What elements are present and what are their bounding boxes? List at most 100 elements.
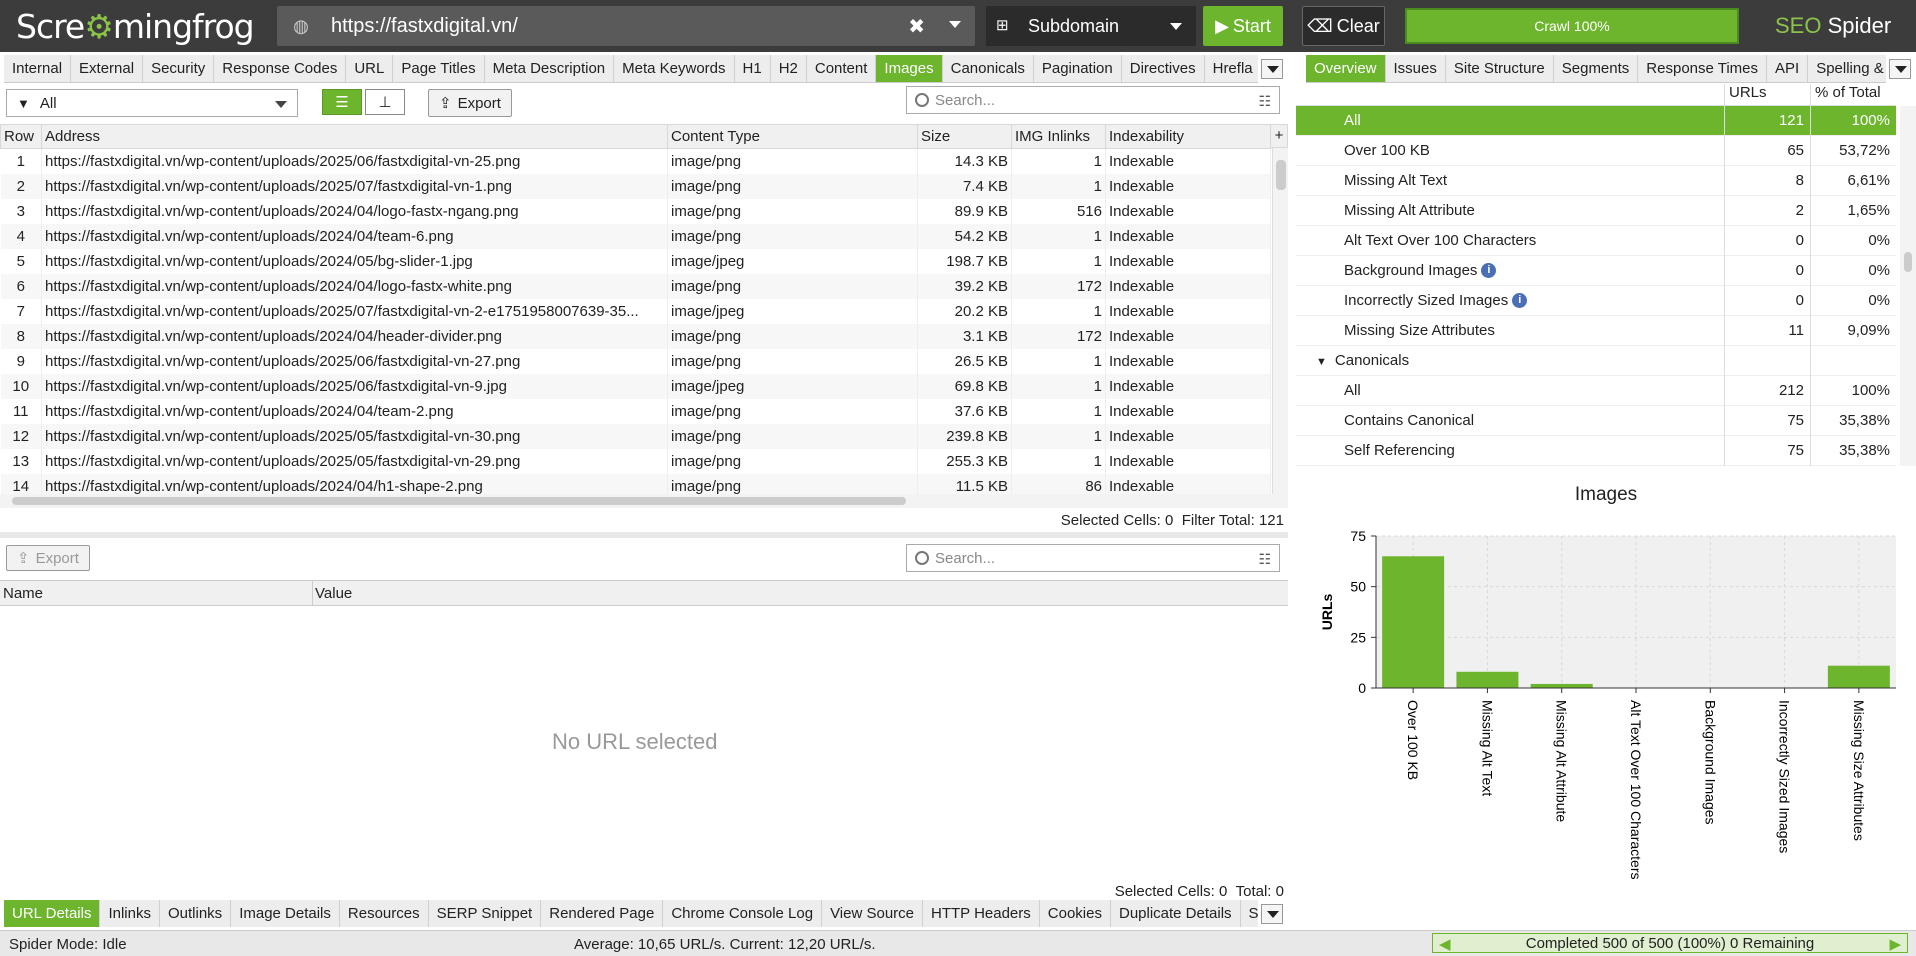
overview-row-all[interactable]: All 121 100% [1296, 105, 1896, 136]
overview-row-missing-size-attributes[interactable]: Missing Size Attributes 11 9,09% [1296, 315, 1896, 346]
url-dropdown-icon[interactable] [949, 21, 961, 28]
tab-url-details[interactable]: URL Details [4, 900, 101, 927]
panel-splitter[interactable] [0, 532, 1288, 538]
tab-outlinks[interactable]: Outlinks [160, 900, 232, 927]
table-row[interactable]: 1 https://fastxdigital.vn/wp-content/uplo… [0, 148, 1271, 174]
overview-row-all[interactable]: All 212 100% [1296, 375, 1896, 406]
tab-hrefla[interactable]: Hrefla [1204, 55, 1258, 82]
tab-api[interactable]: API [1767, 55, 1809, 82]
table-row[interactable]: 3 https://fastxdigital.vn/wp-content/uplo… [0, 198, 1271, 224]
overview-row-contains-canonical[interactable]: Contains Canonical 75 35,38% [1296, 405, 1896, 436]
col-header-indexability[interactable]: Indexability [1105, 124, 1271, 149]
table-row[interactable]: 11 https://fastxdigital.vn/wp-content/upl… [0, 398, 1271, 424]
crawl-mode-select[interactable]: ⊞ Subdomain [986, 6, 1196, 46]
bottom-tabs-overflow-dropdown[interactable] [1261, 904, 1283, 924]
lower-export-button[interactable]: ⇪ Export [6, 545, 90, 571]
main-horizontal-scrollbar[interactable] [0, 494, 1288, 508]
table-row[interactable]: 10 https://fastxdigital.vn/wp-content/upl… [0, 373, 1271, 399]
table-row[interactable]: 5 https://fastxdigital.vn/wp-content/uplo… [0, 248, 1271, 274]
search-input[interactable]: Search... ☷ [906, 86, 1280, 114]
table-row[interactable]: 6 https://fastxdigital.vn/wp-content/uplo… [0, 273, 1271, 299]
overview-scrollbar[interactable] [1900, 106, 1916, 466]
col-header-img-inlinks[interactable]: IMG Inlinks [1011, 124, 1106, 149]
tab-cookies[interactable]: Cookies [1039, 900, 1111, 927]
overview-row-canonicals[interactable]: ▼ Canonicals [1296, 345, 1896, 376]
tab-canonicals[interactable]: Canonicals [942, 55, 1034, 82]
tab-view-source[interactable]: View Source [822, 900, 924, 927]
table-row[interactable]: 7 https://fastxdigital.vn/wp-content/uplo… [0, 298, 1271, 324]
tab-url[interactable]: URL [346, 55, 394, 82]
search-options-icon[interactable]: ☷ [1258, 551, 1271, 568]
tree-view-button[interactable]: ⊥ [365, 89, 405, 115]
tab-duplicate-details[interactable]: Duplicate Details [1110, 900, 1241, 927]
add-column-icon[interactable]: + [1270, 124, 1288, 148]
scrollbar-thumb[interactable] [1904, 252, 1912, 272]
table-row[interactable]: 14 https://fastxdigital.vn/wp-content/upl… [0, 473, 1271, 494]
tab-overview[interactable]: Overview [1306, 55, 1386, 82]
lower-search-input[interactable]: Search... ☷ [906, 544, 1280, 572]
table-row[interactable]: 2 https://fastxdigital.vn/wp-content/uplo… [0, 173, 1271, 199]
chevron-left-icon[interactable]: ◀ [1439, 935, 1451, 953]
tab-meta-keywords[interactable]: Meta Keywords [614, 55, 735, 82]
tab-serp-snippet[interactable]: SERP Snippet [428, 900, 542, 927]
tab-page-titles[interactable]: Page Titles [393, 55, 485, 82]
tab-h2[interactable]: H2 [770, 55, 807, 82]
overview-row-incorrectly-sized-images[interactable]: Incorrectly Sized Images i 0 0% [1296, 285, 1896, 316]
tab-directives[interactable]: Directives [1121, 55, 1205, 82]
right-tabs-overflow-dropdown[interactable] [1889, 59, 1911, 79]
tabs-overflow-dropdown[interactable] [1261, 59, 1283, 79]
overview-row-missing-alt-text[interactable]: Missing Alt Text 8 6,61% [1296, 165, 1896, 196]
overview-row-alt-text-over-100-characters[interactable]: Alt Text Over 100 Characters 0 0% [1296, 225, 1896, 256]
tab-meta-description[interactable]: Meta Description [484, 55, 615, 82]
tab-h1[interactable]: H1 [734, 55, 771, 82]
overview-row-missing-alt-attribute[interactable]: Missing Alt Attribute 2 1,65% [1296, 195, 1896, 226]
search-options-icon[interactable]: ☷ [1258, 93, 1271, 110]
main-vertical-scrollbar[interactable] [1272, 148, 1288, 494]
table-row[interactable]: 4 https://fastxdigital.vn/wp-content/uplo… [0, 223, 1271, 249]
tab-images[interactable]: Images [876, 55, 943, 82]
overview-row-over-100-kb[interactable]: Over 100 KB 65 53,72% [1296, 135, 1896, 166]
tab-segments[interactable]: Segments [1553, 55, 1639, 82]
overview-row-self-referencing[interactable]: Self Referencing 75 35,38% [1296, 435, 1896, 466]
tab-rendered-page[interactable]: Rendered Page [541, 900, 664, 927]
tab-image-details[interactable]: Image Details [231, 900, 340, 927]
tab-issues[interactable]: Issues [1385, 55, 1446, 82]
chevron-right-icon[interactable]: ▶ [1889, 935, 1901, 953]
table-row[interactable]: 8 https://fastxdigital.vn/wp-content/uplo… [0, 323, 1271, 349]
col-header-size[interactable]: Size [917, 124, 1012, 149]
lower-selection-status: Selected Cells: 0 Total: 0 [1115, 883, 1284, 900]
tab-spelling[interactable]: Spelling & [1808, 55, 1886, 82]
clear-button[interactable]: ⌫ Clear [1302, 6, 1385, 46]
col-header-row[interactable]: Row [0, 124, 42, 149]
tab-pagination[interactable]: Pagination [1033, 55, 1122, 82]
tab-resources[interactable]: Resources [339, 900, 429, 927]
table-row[interactable]: 12 https://fastxdigital.vn/wp-content/upl… [0, 423, 1271, 449]
export-button[interactable]: ⇪ Export [428, 89, 512, 117]
info-icon[interactable]: i [1481, 263, 1497, 279]
scrollbar-thumb[interactable] [1276, 160, 1286, 190]
tab-http-headers[interactable]: HTTP Headers [923, 900, 1040, 927]
filter-select[interactable]: ▼ All [6, 89, 298, 117]
info-icon[interactable]: i [1512, 293, 1528, 309]
start-button[interactable]: ▶ Start [1203, 6, 1283, 46]
table-row[interactable]: 13 https://fastxdigital.vn/wp-content/upl… [0, 448, 1271, 474]
scrollbar-thumb[interactable] [12, 497, 906, 505]
col-header-content-type[interactable]: Content Type [667, 124, 918, 149]
collapse-arrow-icon[interactable]: ▼ [1316, 356, 1327, 368]
tab-response-codes[interactable]: Response Codes [214, 55, 347, 82]
list-view-button[interactable]: ☰ [322, 89, 362, 115]
overview-row-background-images[interactable]: Background Images i 0 0% [1296, 255, 1896, 286]
clear-url-icon[interactable]: ✖ [908, 14, 925, 39]
tab-inlinks[interactable]: Inlinks [100, 900, 160, 927]
tab-content[interactable]: Content [806, 55, 877, 82]
tab-site-structure[interactable]: Site Structure [1445, 55, 1554, 82]
tab-chrome-console-log[interactable]: Chrome Console Log [663, 900, 823, 927]
tab-response-times[interactable]: Response Times [1638, 55, 1768, 82]
tab-internal[interactable]: Internal [4, 55, 72, 82]
tab-security[interactable]: Security [143, 55, 215, 82]
url-input[interactable]: ◍ https://fastxdigital.vn/ ✖ [277, 6, 975, 46]
table-row[interactable]: 9 https://fastxdigital.vn/wp-content/uplo… [0, 348, 1271, 374]
tab-external[interactable]: External [71, 55, 144, 82]
tab-str[interactable]: Str [1240, 900, 1258, 927]
col-header-address[interactable]: Address [41, 124, 668, 149]
